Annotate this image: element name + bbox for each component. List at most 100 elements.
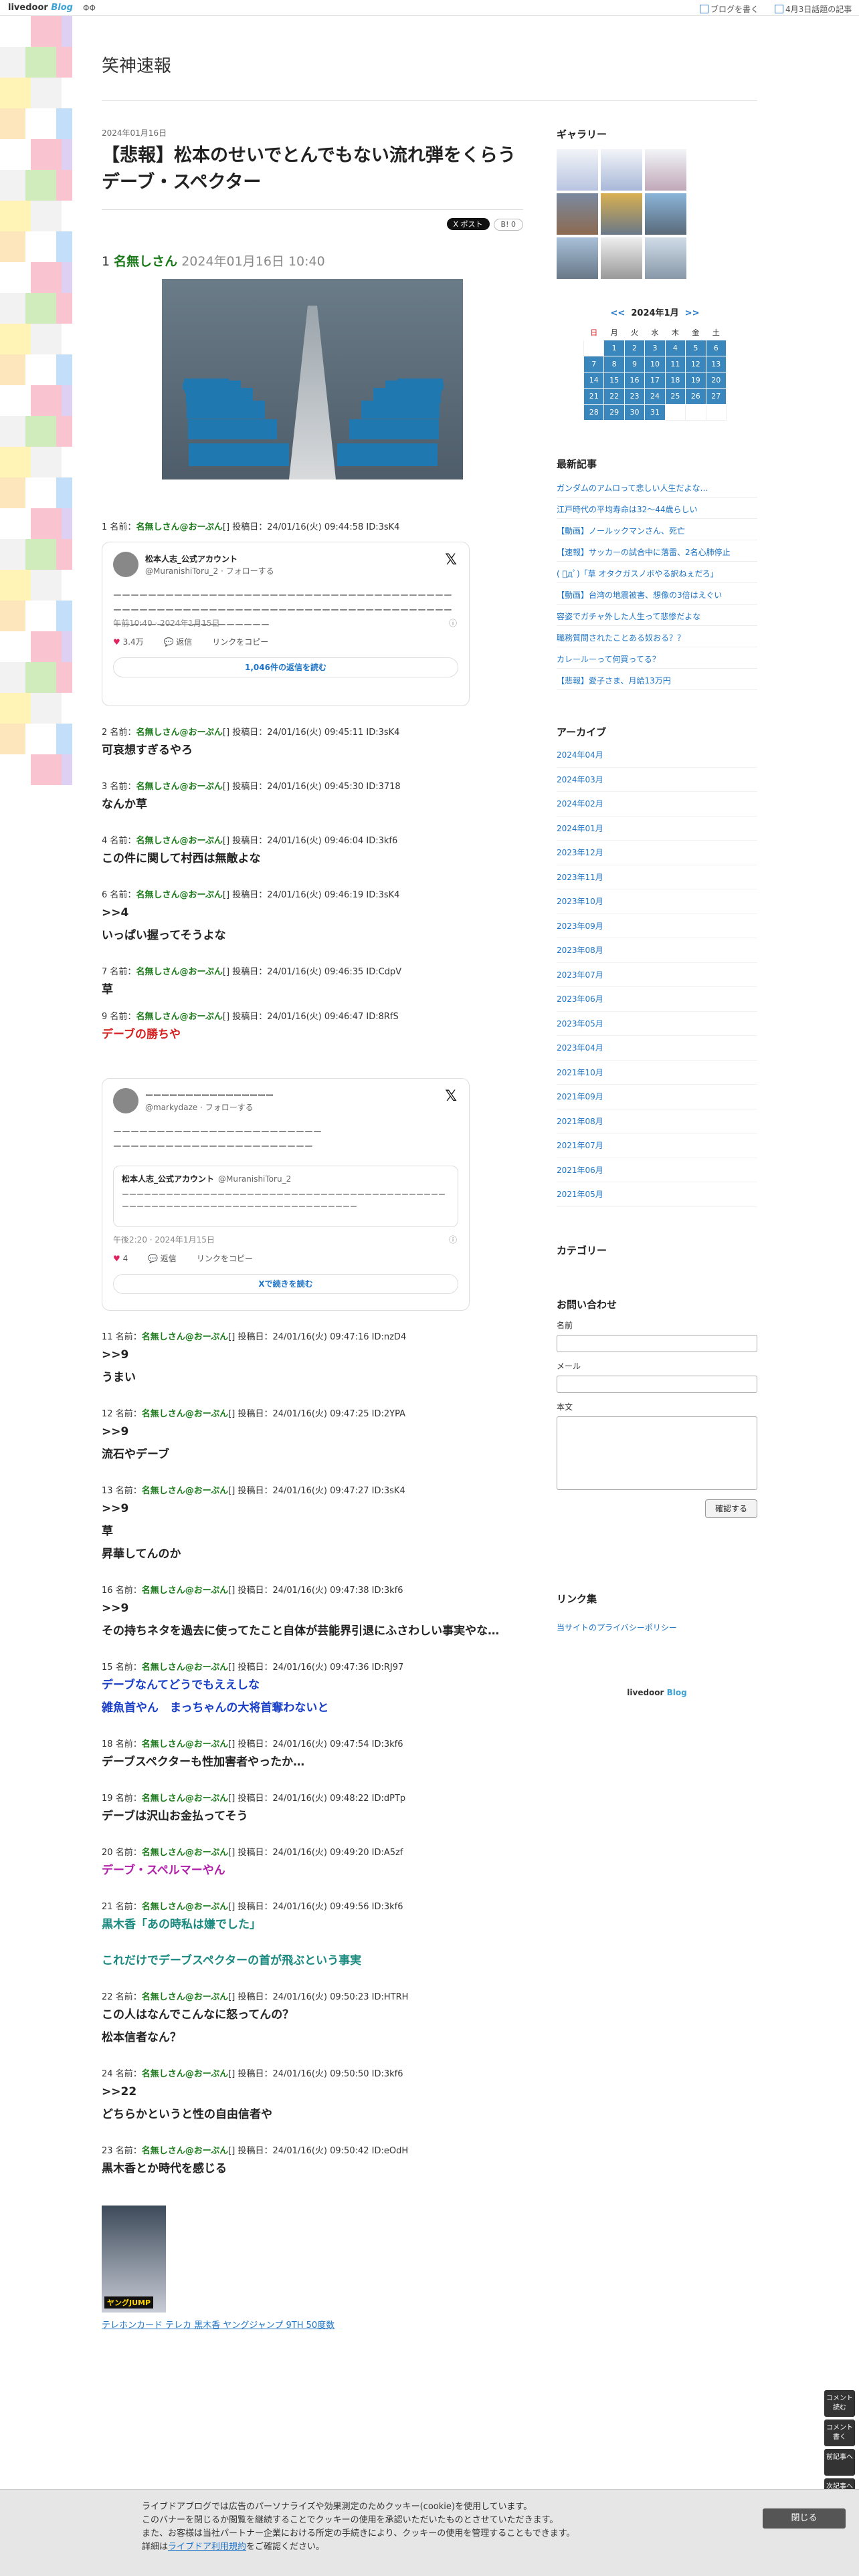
floating-tool-button[interactable]: 前記事へ [824,2449,855,2476]
calendar-day[interactable]: 9 [624,356,646,372]
quoted-tweet[interactable]: 松本人志_公式アカウント @MuranishiToru_2 ーーーーーーーーーーーー… [113,1166,458,1227]
x-logo-icon[interactable]: 𝕏 [445,552,457,568]
calendar-day[interactable]: 15 [603,372,625,389]
calendar-day[interactable]: 6 [705,340,727,356]
calendar-day[interactable]: 25 [664,388,686,405]
heart-icon[interactable]: ♥ [113,1254,123,1263]
archive-link[interactable]: 2023年07月 [557,963,757,987]
terms-link[interactable]: ライブドア利用規約 [168,2542,246,2552]
latest-article-link[interactable]: 江戸時代の平均寿命は32〜44歳らしい [557,498,757,519]
latest-article-link[interactable]: 【動画】ノールックマンさん、死亡 [557,519,757,540]
gallery-thumb[interactable] [645,237,686,279]
calendar-day[interactable]: 19 [685,372,706,389]
read-more-button[interactable]: Xで続きを読む [113,1274,458,1294]
archive-link[interactable]: 2023年11月 [557,865,757,889]
embedded-tweet[interactable]: 𝕏 松本人志_公式アカウント @MuranishiToru_2 · フォローする ーー… [102,542,470,706]
floating-tool-button[interactable]: コメント読む [824,2390,855,2417]
x-post-button[interactable]: X ポスト [446,218,490,230]
calendar-day[interactable]: 29 [603,404,625,421]
topics-link[interactable]: 4月3日話題の記事 [775,3,852,15]
latest-article-link[interactable]: 容姿でガチャ外した人生って悲惨だよな [557,605,757,626]
calendar-day[interactable]: 27 [705,388,727,405]
tweet-handle[interactable]: @MuranishiToru_2 · フォローする [145,565,274,576]
top-nav-link[interactable]: ΦΦ [83,3,96,13]
tweet-avatar[interactable] [113,1088,138,1113]
calendar-day[interactable]: 12 [685,356,706,372]
latest-article-link[interactable]: ( ﾟдﾟ)「草 オタクガスノボやる訳ねぇだろ」 [557,562,757,583]
tweet-timestamp[interactable]: 午前10:40 · 2024年1月15日 [113,617,219,629]
heart-icon[interactable]: ♥ [113,637,123,647]
reply-label[interactable]: 返信 [161,1254,177,1263]
latest-article-link[interactable]: 職務質問されたことある奴おる？？ [557,626,757,647]
x-logo-icon[interactable]: 𝕏 [445,1088,457,1105]
calendar-day[interactable]: 13 [705,356,727,372]
site-title[interactable]: 笑神速報 [102,52,171,77]
calendar-day[interactable]: 1 [603,340,625,356]
calendar-day[interactable]: 21 [583,388,605,405]
calendar-day[interactable]: 23 [624,388,646,405]
embedded-tweet[interactable]: 𝕏 ーーーーーーーーーーーーーーーー @markydaze · フォローする ーーーー… [102,1078,470,1311]
read-more-button[interactable]: 1,046件の返信を読む [113,657,458,677]
gallery-thumb[interactable] [645,149,686,191]
calendar-day[interactable]: 10 [644,356,666,372]
archive-link[interactable]: 2023年05月 [557,1012,757,1036]
archive-link[interactable]: 2023年08月 [557,938,757,963]
latest-article-link[interactable]: 【速報】サッカーの試合中に落雷、2名心肺停止 [557,540,757,562]
gallery-thumb[interactable] [557,237,598,279]
confirm-button[interactable]: 確認する [705,1499,757,1518]
calendar-day[interactable]: 11 [664,356,686,372]
gallery-thumb[interactable] [557,149,598,191]
gallery-thumb[interactable] [601,149,642,191]
reply-icon[interactable]: 💬 [161,637,177,647]
archive-link[interactable]: 2021年07月 [557,1134,757,1158]
article-title[interactable]: 【悲報】松本のせいでとんでもない流れ弾をくらうデーブ・スペクター [102,142,523,196]
calendar-day[interactable]: 26 [685,388,706,405]
gallery-thumb[interactable] [601,193,642,235]
livedoor-logo[interactable]: livedoor Blog [8,3,73,13]
calendar-day[interactable]: 28 [583,404,605,421]
archive-link[interactable]: 2023年12月 [557,841,757,865]
calendar-day[interactable]: 17 [644,372,666,389]
name-field[interactable] [557,1334,757,1352]
copy-link[interactable]: リンクをコピー [212,637,268,647]
tweet-handle[interactable]: @markydaze · フォローする [145,1101,254,1113]
latest-article-link[interactable]: 【動画】台湾の地震被害、想像の3倍はえぐい [557,583,757,605]
calendar-next[interactable]: >> [685,308,700,318]
calendar-day[interactable]: 8 [603,356,625,372]
calendar-day[interactable]: 31 [644,404,666,421]
bookmark-button[interactable]: B! 0 [493,219,523,231]
gallery-thumb[interactable] [601,237,642,279]
write-blog-link[interactable]: ブログを書く [700,3,759,15]
body-field[interactable] [557,1416,757,1490]
tweet-avatar[interactable] [113,552,138,577]
calendar-prev[interactable]: << [611,308,626,318]
latest-article-link[interactable]: 【悲報】愛子さま、月給13万円 [557,669,757,690]
livedoor-blog-badge[interactable]: livedoor Blog [557,1688,757,1697]
calendar-day[interactable]: 20 [705,372,727,389]
archive-link[interactable]: 2021年10月 [557,1061,757,1085]
reply-icon[interactable]: 💬 [145,1254,161,1263]
calendar-day[interactable]: 16 [624,372,646,389]
calendar-day[interactable]: 18 [664,372,686,389]
archive-link[interactable]: 2021年09月 [557,1085,757,1109]
floating-tool-button[interactable]: コメント書く [824,2420,855,2446]
gallery-thumb[interactable] [557,193,598,235]
privacy-link[interactable]: 当サイトのプライバシーポリシー [557,1622,757,1633]
email-field[interactable] [557,1375,757,1393]
archive-link[interactable]: 2021年06月 [557,1158,757,1182]
archive-link[interactable]: 2024年03月 [557,768,757,792]
archive-link[interactable]: 2023年04月 [557,1036,757,1061]
gallery-thumb[interactable] [645,193,686,235]
product-image[interactable]: ヤングJUMP [102,2206,166,2313]
info-icon[interactable]: ⓘ [449,1234,457,1245]
calendar-day[interactable]: 14 [583,372,605,389]
reply-label[interactable]: 返信 [176,637,192,647]
archive-link[interactable]: 2023年06月 [557,987,757,1012]
archive-link[interactable]: 2024年01月 [557,817,757,841]
calendar-day[interactable]: 24 [644,388,666,405]
latest-article-link[interactable]: カレールーって何買ってる？ [557,647,757,669]
close-cookie-button[interactable]: 閉じる [763,2508,846,2529]
tweet-author-name[interactable]: 松本人志_公式アカウント [145,553,237,564]
calendar-day[interactable]: 5 [685,340,706,356]
calendar-day[interactable]: 4 [664,340,686,356]
